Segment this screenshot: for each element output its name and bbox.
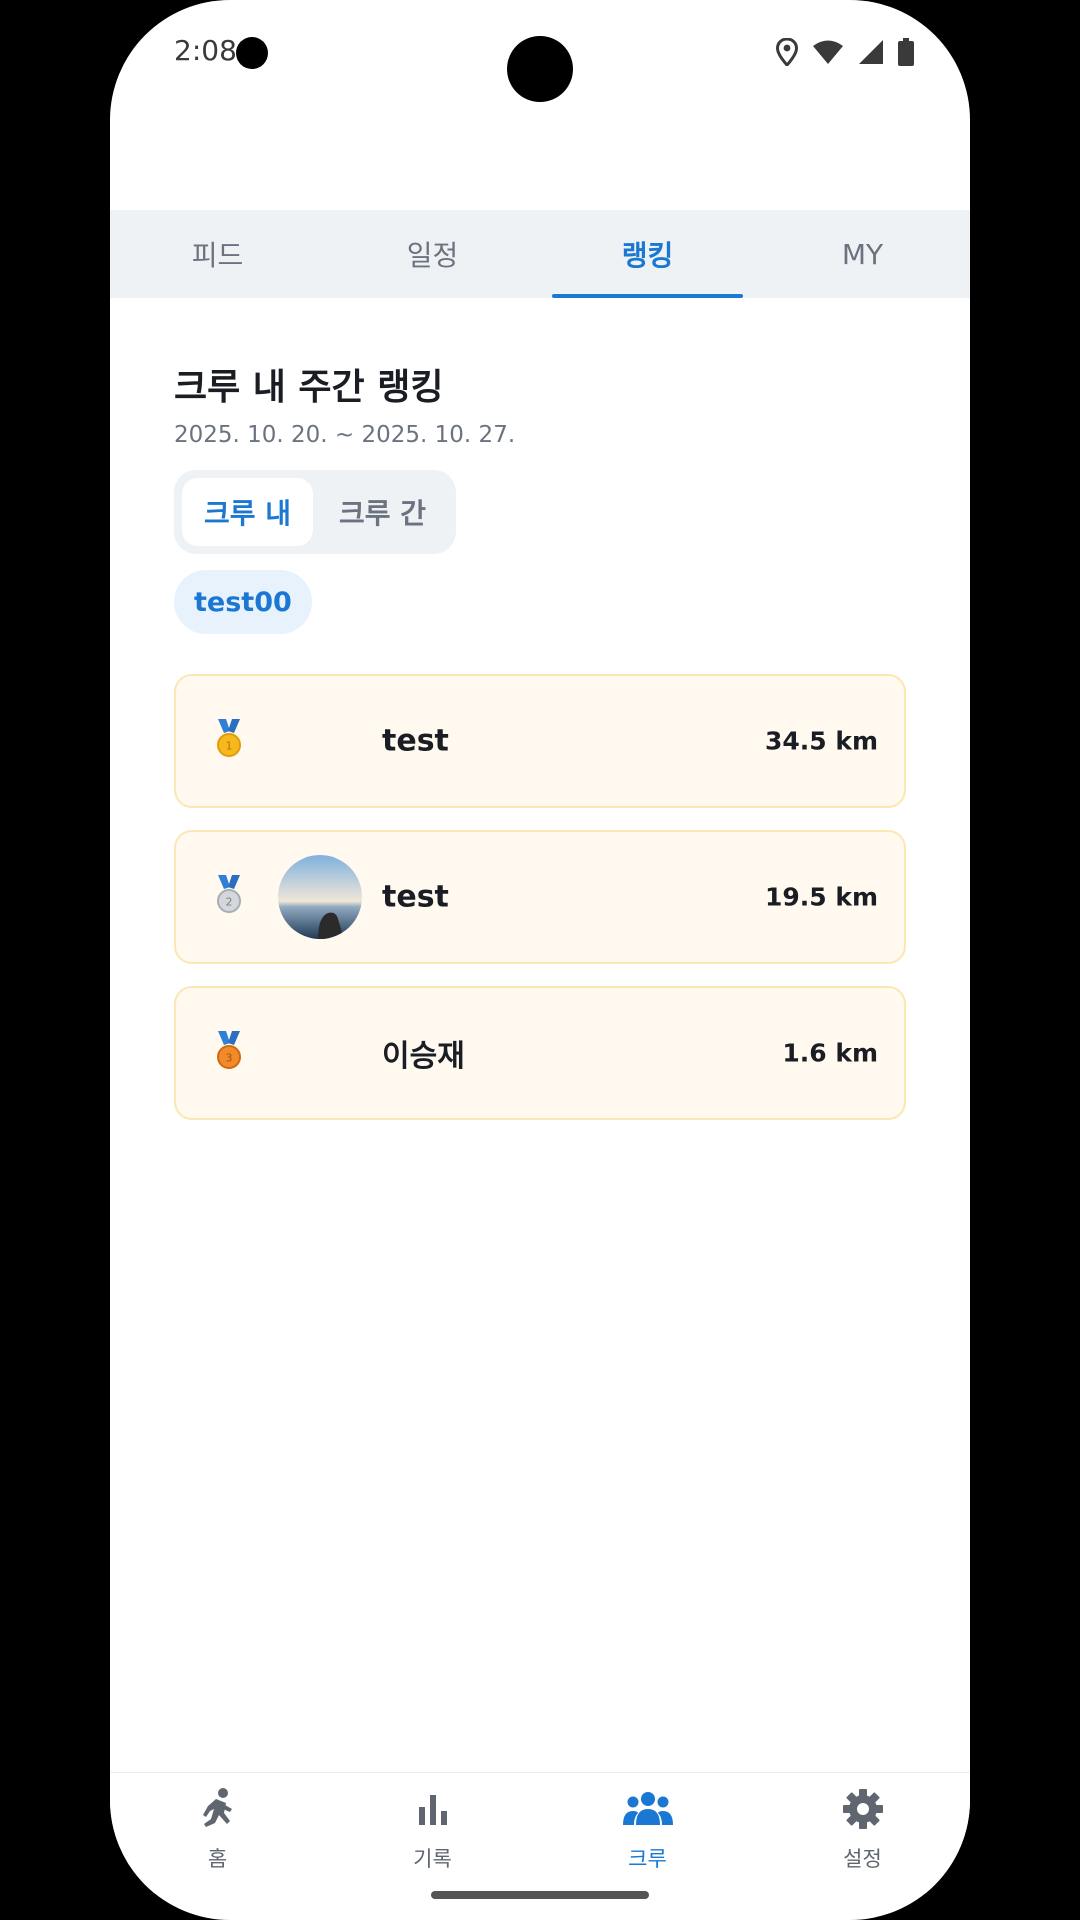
nav-crew-label: 크루 — [628, 1847, 667, 1871]
distance-value: 34.5 km — [764, 726, 878, 756]
distance-value: 19.5 km — [764, 882, 878, 912]
user-name: 이승재 — [382, 1039, 465, 1074]
silver-medal-icon: 2 — [214, 875, 244, 919]
nav-home[interactable]: 홈 — [110, 1773, 325, 1893]
page-title: 크루 내 주간 랭킹 — [174, 367, 444, 408]
tab-feed[interactable]: 피드 — [110, 210, 325, 298]
ranking-content: 크루 내 주간 랭킹 2025. 10. 20. ~ 2025. 10. 27.… — [174, 298, 906, 1120]
nav-settings[interactable]: 설정 — [755, 1773, 970, 1893]
nav-records-label: 기록 — [413, 1847, 452, 1871]
bar-chart-icon — [413, 1787, 453, 1835]
avatar[interactable] — [278, 855, 362, 939]
nav-records[interactable]: 기록 — [325, 1773, 540, 1893]
tab-my[interactable]: MY — [755, 210, 970, 298]
tab-schedule[interactable]: 일정 — [325, 210, 540, 298]
battery-icon — [898, 38, 914, 66]
ranking-row[interactable]: 2 test 19.5 km — [174, 830, 906, 964]
wifi-icon — [812, 39, 844, 65]
user-name: test — [382, 879, 449, 915]
ranking-row[interactable]: 1 test 34.5 km — [174, 674, 906, 808]
signal-icon — [858, 39, 884, 65]
group-icon — [622, 1787, 674, 1835]
notification-dot-icon — [236, 37, 268, 69]
ranking-period: 2025. 10. 20. ~ 2025. 10. 27. — [174, 422, 516, 448]
phone-screen: 2:08 피드 일정 랭킹 MY 크루 내 주간 랭킹 2025. 10. 20… — [110, 0, 970, 1920]
segment-between-crews[interactable]: 크루 간 — [317, 478, 448, 546]
status-bar: 2:08 — [110, 0, 970, 110]
status-time: 2:08 — [174, 34, 237, 67]
nav-settings-label: 설정 — [843, 1847, 882, 1871]
gear-icon — [841, 1787, 885, 1835]
home-indicator[interactable] — [431, 1891, 649, 1899]
svg-text:2: 2 — [226, 896, 233, 909]
svg-text:1: 1 — [226, 740, 233, 753]
ranking-row[interactable]: 3 이승재 1.6 km — [174, 986, 906, 1120]
bottom-nav: 홈 기록 크루 설정 — [110, 1772, 970, 1893]
ranking-scope-toggle: 크루 내 크루 간 — [174, 470, 457, 554]
status-icons — [776, 38, 914, 66]
nav-crew[interactable]: 크루 — [540, 1773, 755, 1893]
run-icon — [198, 1787, 238, 1835]
svg-text:3: 3 — [226, 1052, 233, 1065]
distance-value: 1.6 km — [782, 1038, 878, 1068]
tab-ranking[interactable]: 랭킹 — [540, 210, 755, 298]
ranking-list: 1 test 34.5 km 2 test 19.5 km 3 이승재 1.6 … — [174, 674, 906, 1120]
crew-chip[interactable]: test00 — [174, 570, 312, 634]
nav-home-label: 홈 — [207, 1847, 228, 1871]
top-tab-bar: 피드 일정 랭킹 MY — [110, 210, 970, 298]
segment-within-crew[interactable]: 크루 내 — [182, 478, 314, 546]
gold-medal-icon: 1 — [214, 719, 244, 763]
camera-cutout — [507, 36, 573, 102]
bronze-medal-icon: 3 — [214, 1031, 244, 1075]
user-name: test — [382, 723, 449, 759]
location-icon — [776, 38, 798, 66]
